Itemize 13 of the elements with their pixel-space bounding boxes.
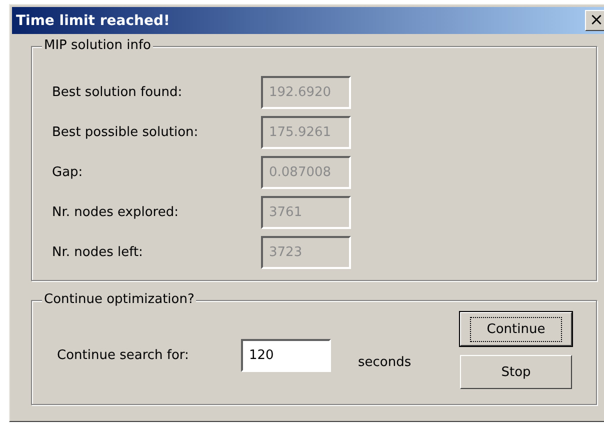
group-title: Continue optimization? [42,292,196,308]
unit-label: seconds [358,355,412,370]
dialog-button[interactable]: Stop [460,355,572,389]
field-label: Best solution found: [52,85,184,100]
close-button[interactable]: × [585,10,604,31]
field-label: Continue search for: [57,348,190,363]
field-label: Best possible solution: [52,125,200,140]
field-label: Nr. nodes left: [52,245,144,260]
window-title: Time limit reached! [16,12,170,28]
input-field[interactable]: 120 [241,339,331,372]
field-label: Gap: [52,165,84,180]
field-label: Nr. nodes explored: [52,205,180,220]
dialog-button[interactable]: Continue [460,312,572,346]
